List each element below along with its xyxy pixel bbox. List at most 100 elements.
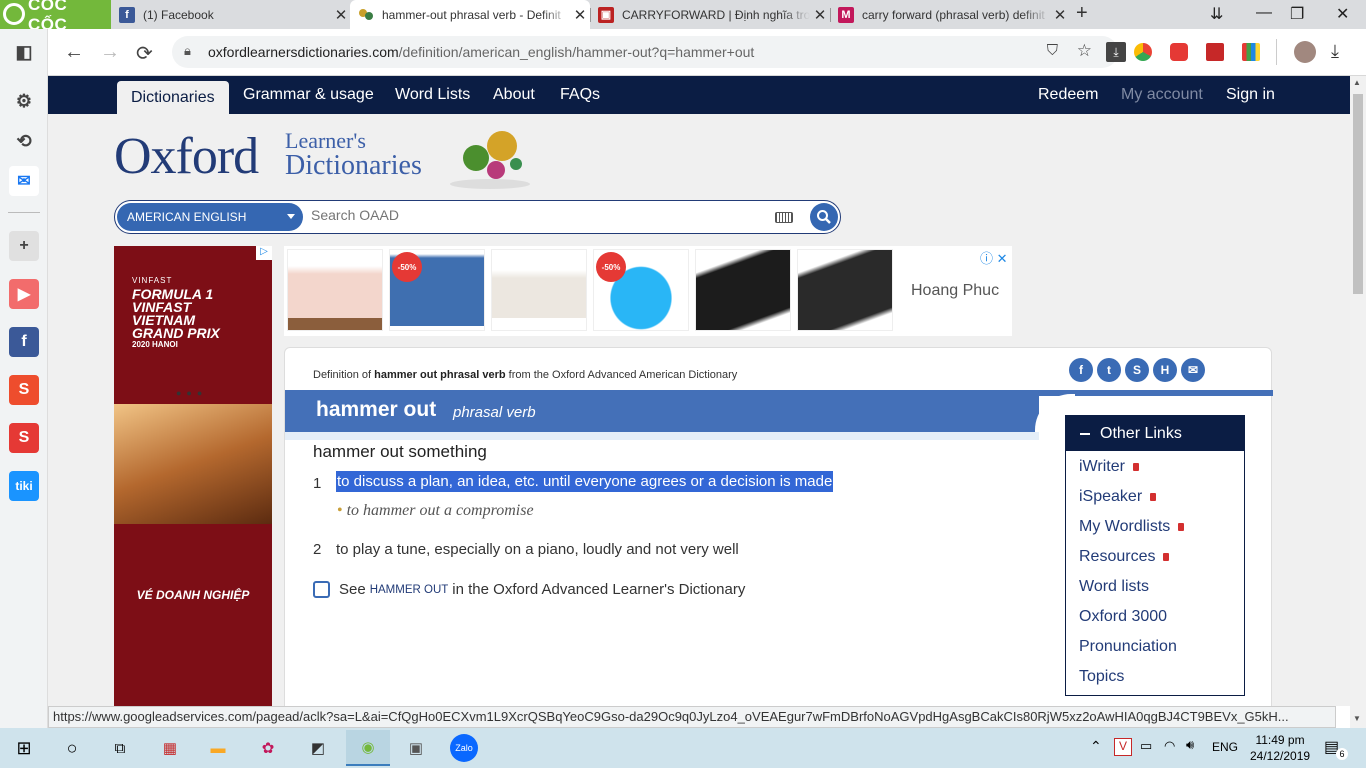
shield-icon[interactable]: ⛉ [1047, 42, 1058, 59]
see-word[interactable]: hammer out [370, 584, 449, 596]
nav-redeem[interactable]: Redeem [1038, 76, 1098, 114]
battery-icon[interactable]: ▭ [1140, 738, 1152, 754]
close-icon[interactable]: ✕ [810, 6, 830, 24]
link-my-wordlists[interactable]: My Wordlists [1079, 518, 1185, 536]
zalo-icon[interactable]: Zalo [450, 734, 478, 762]
stumbleupon-share-icon[interactable]: S [1125, 358, 1149, 382]
tray-chevron-icon[interactable]: ⌃ [1090, 738, 1102, 755]
product-boots-image[interactable] [287, 249, 383, 331]
nav-word-lists[interactable]: Word Lists [395, 76, 470, 114]
search-input[interactable] [311, 207, 751, 223]
product-shoe-image[interactable] [695, 249, 791, 331]
scroll-down-icon[interactable]: ▼ [1353, 714, 1361, 723]
f1-ad-banner[interactable]: VINFAST FORMULA 1 VINFAST VIETNAM GRAND … [114, 246, 272, 706]
wifi-icon[interactable]: ◠ [1164, 738, 1175, 754]
link-word-lists[interactable]: Word lists [1079, 578, 1149, 596]
link-pronunciation[interactable]: Pronunciation [1079, 638, 1177, 656]
shopee-icon[interactable]: S [9, 375, 39, 405]
file-explorer-icon[interactable]: ▬ [204, 734, 232, 762]
back-button[interactable]: ← [64, 41, 84, 64]
url-field[interactable]: 🔒︎ oxfordlearnersdictionaries.com/defini… [172, 36, 1126, 68]
coccoc-taskbar-icon[interactable]: ◉ [346, 730, 390, 766]
bookmark-star-icon[interactable]: ☆ [1077, 41, 1092, 61]
cortana-search-icon[interactable]: ○ [58, 734, 86, 762]
hatena-share-icon[interactable]: H [1153, 358, 1177, 382]
sendo-icon[interactable]: S [9, 423, 39, 453]
adblock-icon[interactable] [1170, 43, 1188, 61]
avatar[interactable] [1294, 41, 1316, 63]
tab-facebook[interactable]: f (1) Facebook ✕ [111, 0, 351, 29]
keyboard-icon[interactable] [775, 212, 793, 223]
tiki-icon[interactable]: tiki [9, 471, 39, 501]
tab-oxford[interactable]: hammer-out phrasal verb - Definit ✕ [350, 0, 590, 29]
facebook-icon[interactable]: f [9, 327, 39, 357]
email-share-icon[interactable]: ✉ [1181, 358, 1205, 382]
tab-cambridge[interactable]: ▣ CARRYFORWARD | Định nghĩa tron ✕ [590, 0, 830, 29]
close-window-button[interactable]: ✕ [1336, 4, 1349, 24]
extension-icon[interactable] [1206, 43, 1224, 61]
forward-button[interactable]: → [100, 41, 120, 64]
dictionary-select[interactable]: AMERICAN ENGLISH [117, 203, 303, 231]
link-oxford-3000[interactable]: Oxford 3000 [1079, 608, 1167, 626]
clock[interactable]: 11:49 pm 24/12/2019 [1250, 732, 1310, 764]
nav-about[interactable]: About [493, 76, 535, 114]
reload-button[interactable]: ⟳ [136, 41, 153, 66]
close-icon[interactable]: ✕ [1050, 6, 1070, 24]
paint-icon[interactable]: ✿ [254, 734, 282, 762]
facebook-share-icon[interactable]: f [1069, 358, 1093, 382]
app-icon[interactable]: ▦ [156, 734, 184, 762]
product-ad-strip[interactable]: -50% -50% Hoang Phuc ⓘ ✕ [284, 246, 1012, 336]
nav-grammar-usage[interactable]: Grammar & usage [243, 76, 374, 114]
colorful-ext-icon[interactable] [1242, 43, 1260, 61]
tab-macmillan[interactable]: M carry forward (phrasal verb) definit ✕ [830, 0, 1070, 29]
download-page-icon[interactable]: ⤓ [1106, 42, 1126, 62]
nav-sign-in[interactable]: Sign in [1226, 76, 1275, 114]
close-icon[interactable]: ✕ [570, 6, 590, 24]
nav-my-account[interactable]: My account [1121, 76, 1203, 114]
youtube-icon[interactable]: ▶ [9, 279, 39, 309]
ad-brand-name[interactable]: Hoang Phuc [911, 282, 999, 300]
link-topics[interactable]: Topics [1079, 668, 1124, 686]
product-sneaker-image[interactable] [491, 249, 587, 331]
volume-icon[interactable]: 🔊︎ [1186, 737, 1194, 753]
windows-start-icon[interactable]: ⊞ [10, 734, 38, 762]
product-shirt-image[interactable]: -50% [389, 249, 485, 331]
scroll-up-icon[interactable]: ▲ [1353, 78, 1361, 87]
product-shoe-image[interactable] [797, 249, 893, 331]
learners-dictionaries-logo[interactable]: Learner's Dictionaries [285, 128, 422, 180]
sidebar-toggle-icon[interactable]: ◧ [9, 37, 39, 67]
messenger-icon[interactable]: ✉ [9, 166, 39, 196]
downloads-icon[interactable]: ⤓ [1331, 41, 1339, 62]
notes-icon[interactable]: ◩ [304, 734, 332, 762]
link-iwriter[interactable]: iWriter [1079, 458, 1139, 476]
link-ispeaker[interactable]: iSpeaker [1079, 488, 1157, 506]
adchoices-close-icon[interactable]: ⓘ ✕ [980, 248, 1008, 267]
chrome-ext-icon[interactable] [1134, 43, 1152, 61]
history-icon[interactable]: ⟲ [9, 126, 39, 156]
product-cap-image[interactable]: -50% [593, 249, 689, 331]
nav-faqs[interactable]: FAQs [560, 76, 600, 114]
app-icon[interactable]: ▣ [402, 734, 430, 762]
adchoices-icon[interactable]: ▷ [256, 246, 272, 260]
task-view-icon[interactable]: ⧉ [106, 734, 134, 762]
close-icon[interactable]: ✕ [331, 6, 351, 24]
page-scrollbar[interactable]: ▲ ▼ [1350, 76, 1366, 728]
carousel-dots[interactable]: ●●● [176, 388, 207, 398]
tab-dictionaries[interactable]: Dictionaries [117, 81, 229, 114]
oxford-logo[interactable]: Oxford [114, 127, 259, 186]
new-tab-button[interactable]: + [1076, 2, 1088, 25]
link-resources[interactable]: Resources [1079, 548, 1170, 566]
maximize-button[interactable]: ❐ [1290, 4, 1304, 24]
tab-search-icon[interactable]: ⇊ [1210, 4, 1223, 24]
settings-icon[interactable]: ⚙ [9, 86, 39, 116]
add-app-icon[interactable]: + [9, 231, 39, 261]
coccoc-menu-button[interactable]: CỐC CỐC [0, 0, 111, 34]
scroll-thumb[interactable] [1353, 94, 1363, 294]
minimize-button[interactable]: — [1256, 4, 1272, 22]
twitter-share-icon[interactable]: t [1097, 358, 1121, 382]
see-also-link[interactable]: See hammer out in the Oxford Advanced Le… [313, 581, 745, 598]
language-indicator[interactable]: ENG [1212, 740, 1238, 754]
search-button[interactable] [810, 203, 838, 231]
other-links-header[interactable]: Other Links [1066, 416, 1244, 451]
unikey-icon[interactable]: V [1114, 738, 1132, 756]
